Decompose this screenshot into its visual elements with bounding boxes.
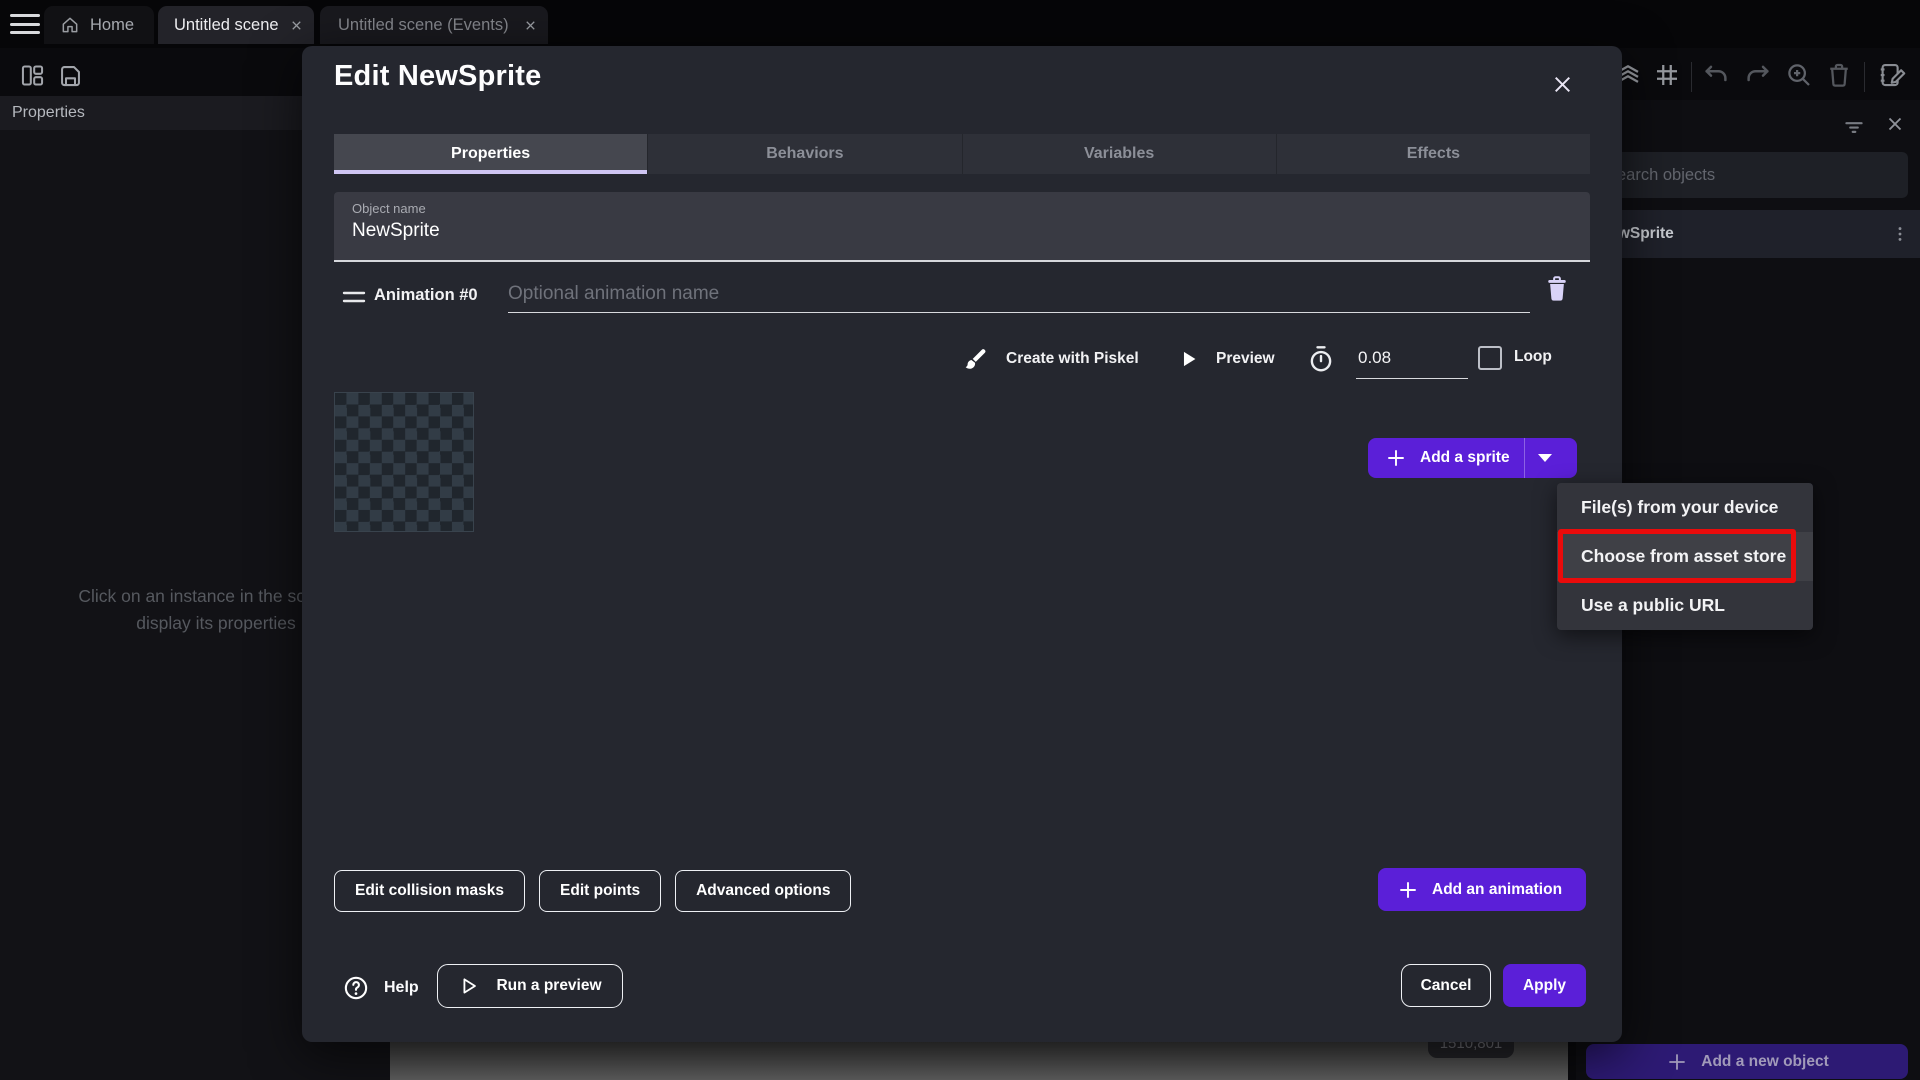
close-tab-icon[interactable] bbox=[523, 18, 538, 33]
time-between-frames-input[interactable] bbox=[1356, 342, 1468, 379]
loop-label: Loop bbox=[1514, 348, 1552, 366]
loop-checkbox[interactable] bbox=[1478, 346, 1502, 370]
add-animation-label: Add an animation bbox=[1432, 881, 1562, 899]
close-panel-icon[interactable] bbox=[1884, 113, 1906, 135]
help-button[interactable]: Help bbox=[342, 968, 419, 1008]
undo-icon[interactable] bbox=[1701, 60, 1731, 90]
tab-home[interactable]: Home bbox=[44, 6, 154, 44]
add-sprite-label: Add a sprite bbox=[1420, 449, 1510, 467]
animation-label: Animation #0 bbox=[374, 286, 478, 305]
tab-variables[interactable]: Variables bbox=[962, 134, 1276, 174]
menu-item-choose-from-asset-store[interactable]: Choose from asset store bbox=[1557, 532, 1813, 581]
tab-events-label: Untitled scene (Events) bbox=[338, 16, 509, 35]
chevron-down-icon bbox=[1538, 454, 1552, 462]
sprite-frame-thumbnail[interactable] bbox=[334, 392, 474, 532]
tab-home-label: Home bbox=[90, 16, 134, 35]
preview-label: Preview bbox=[1216, 350, 1275, 368]
object-name-input[interactable] bbox=[352, 220, 1552, 242]
tab-scene-label: Untitled scene bbox=[174, 16, 279, 35]
delete-animation-icon[interactable] bbox=[1542, 274, 1572, 304]
tab-behaviors[interactable]: Behaviors bbox=[647, 134, 961, 174]
add-new-object-label: Add a new object bbox=[1701, 1053, 1828, 1071]
cancel-button[interactable]: Cancel bbox=[1401, 964, 1491, 1007]
toolbar-separator bbox=[1864, 62, 1865, 92]
create-with-piskel-label: Create with Piskel bbox=[1006, 350, 1139, 368]
hamburger-menu-icon[interactable] bbox=[10, 11, 40, 37]
add-sprite-dropdown-arrow[interactable] bbox=[1525, 454, 1565, 462]
run-preview-button[interactable]: Run a preview bbox=[437, 964, 623, 1008]
play-outline-icon bbox=[458, 975, 480, 997]
add-new-object-button[interactable]: Add a new object bbox=[1586, 1044, 1908, 1079]
save-icon[interactable] bbox=[57, 62, 84, 89]
object-name-label: Object name bbox=[352, 201, 426, 216]
brush-icon bbox=[962, 346, 988, 372]
scene-canvas[interactable] bbox=[390, 1042, 1568, 1080]
trash-icon[interactable] bbox=[1824, 60, 1854, 90]
home-icon bbox=[60, 15, 80, 35]
create-with-piskel-button[interactable]: Create with Piskel bbox=[962, 338, 1139, 380]
close-tab-icon[interactable] bbox=[289, 18, 304, 33]
toolbar-separator bbox=[1691, 62, 1692, 92]
edit-points-button[interactable]: Edit points bbox=[539, 870, 661, 912]
menu-item-use-public-url[interactable]: Use a public URL bbox=[1557, 581, 1813, 630]
tab-effects[interactable]: Effects bbox=[1276, 134, 1590, 174]
close-dialog-icon[interactable] bbox=[1546, 68, 1579, 101]
dialog-tabs: Properties Behaviors Variables Effects bbox=[334, 134, 1590, 174]
grid-icon[interactable] bbox=[1652, 60, 1682, 90]
panels-layout-icon[interactable] bbox=[19, 62, 46, 89]
zoom-in-icon[interactable] bbox=[1784, 60, 1814, 90]
add-sprite-button[interactable]: Add a sprite bbox=[1368, 438, 1577, 478]
add-sprite-dropdown-menu: File(s) from your device Choose from ass… bbox=[1557, 483, 1813, 630]
object-list-item[interactable]: NewSprite bbox=[1576, 210, 1920, 258]
timer-icon bbox=[1306, 338, 1336, 380]
help-icon bbox=[342, 974, 370, 1002]
sprite-edit-actions: Edit collision masks Edit points Advance… bbox=[334, 870, 851, 912]
drag-handle-icon[interactable] bbox=[342, 290, 366, 302]
plus-icon bbox=[1384, 446, 1408, 470]
search-objects-input[interactable] bbox=[1592, 152, 1908, 198]
filter-icon[interactable] bbox=[1841, 114, 1867, 140]
edit-sprite-dialog: Edit NewSprite Properties Behaviors Vari… bbox=[302, 46, 1622, 1042]
add-animation-button[interactable]: Add an animation bbox=[1378, 868, 1586, 911]
play-icon bbox=[1178, 348, 1200, 370]
edit-scene-properties-icon[interactable] bbox=[1877, 60, 1907, 90]
edit-collision-masks-button[interactable]: Edit collision masks bbox=[334, 870, 525, 912]
advanced-options-button[interactable]: Advanced options bbox=[675, 870, 851, 912]
animation-name-input[interactable] bbox=[508, 276, 1530, 313]
dialog-title: Edit NewSprite bbox=[334, 60, 541, 93]
plus-icon bbox=[1396, 878, 1420, 902]
object-item-menu-icon[interactable] bbox=[1890, 224, 1910, 244]
apply-button[interactable]: Apply bbox=[1503, 964, 1586, 1007]
tab-untitled-scene[interactable]: Untitled scene bbox=[158, 6, 314, 44]
help-label: Help bbox=[384, 979, 419, 997]
redo-icon[interactable] bbox=[1743, 60, 1773, 90]
menu-item-files-from-device[interactable]: File(s) from your device bbox=[1557, 483, 1813, 532]
preview-button[interactable]: Preview bbox=[1178, 338, 1275, 380]
object-name-field[interactable]: Object name bbox=[334, 192, 1590, 262]
plus-icon bbox=[1665, 1050, 1689, 1074]
tab-properties[interactable]: Properties bbox=[334, 134, 647, 174]
properties-panel-title: Properties bbox=[12, 104, 85, 122]
tab-untitled-scene-events[interactable]: Untitled scene (Events) bbox=[320, 6, 548, 44]
